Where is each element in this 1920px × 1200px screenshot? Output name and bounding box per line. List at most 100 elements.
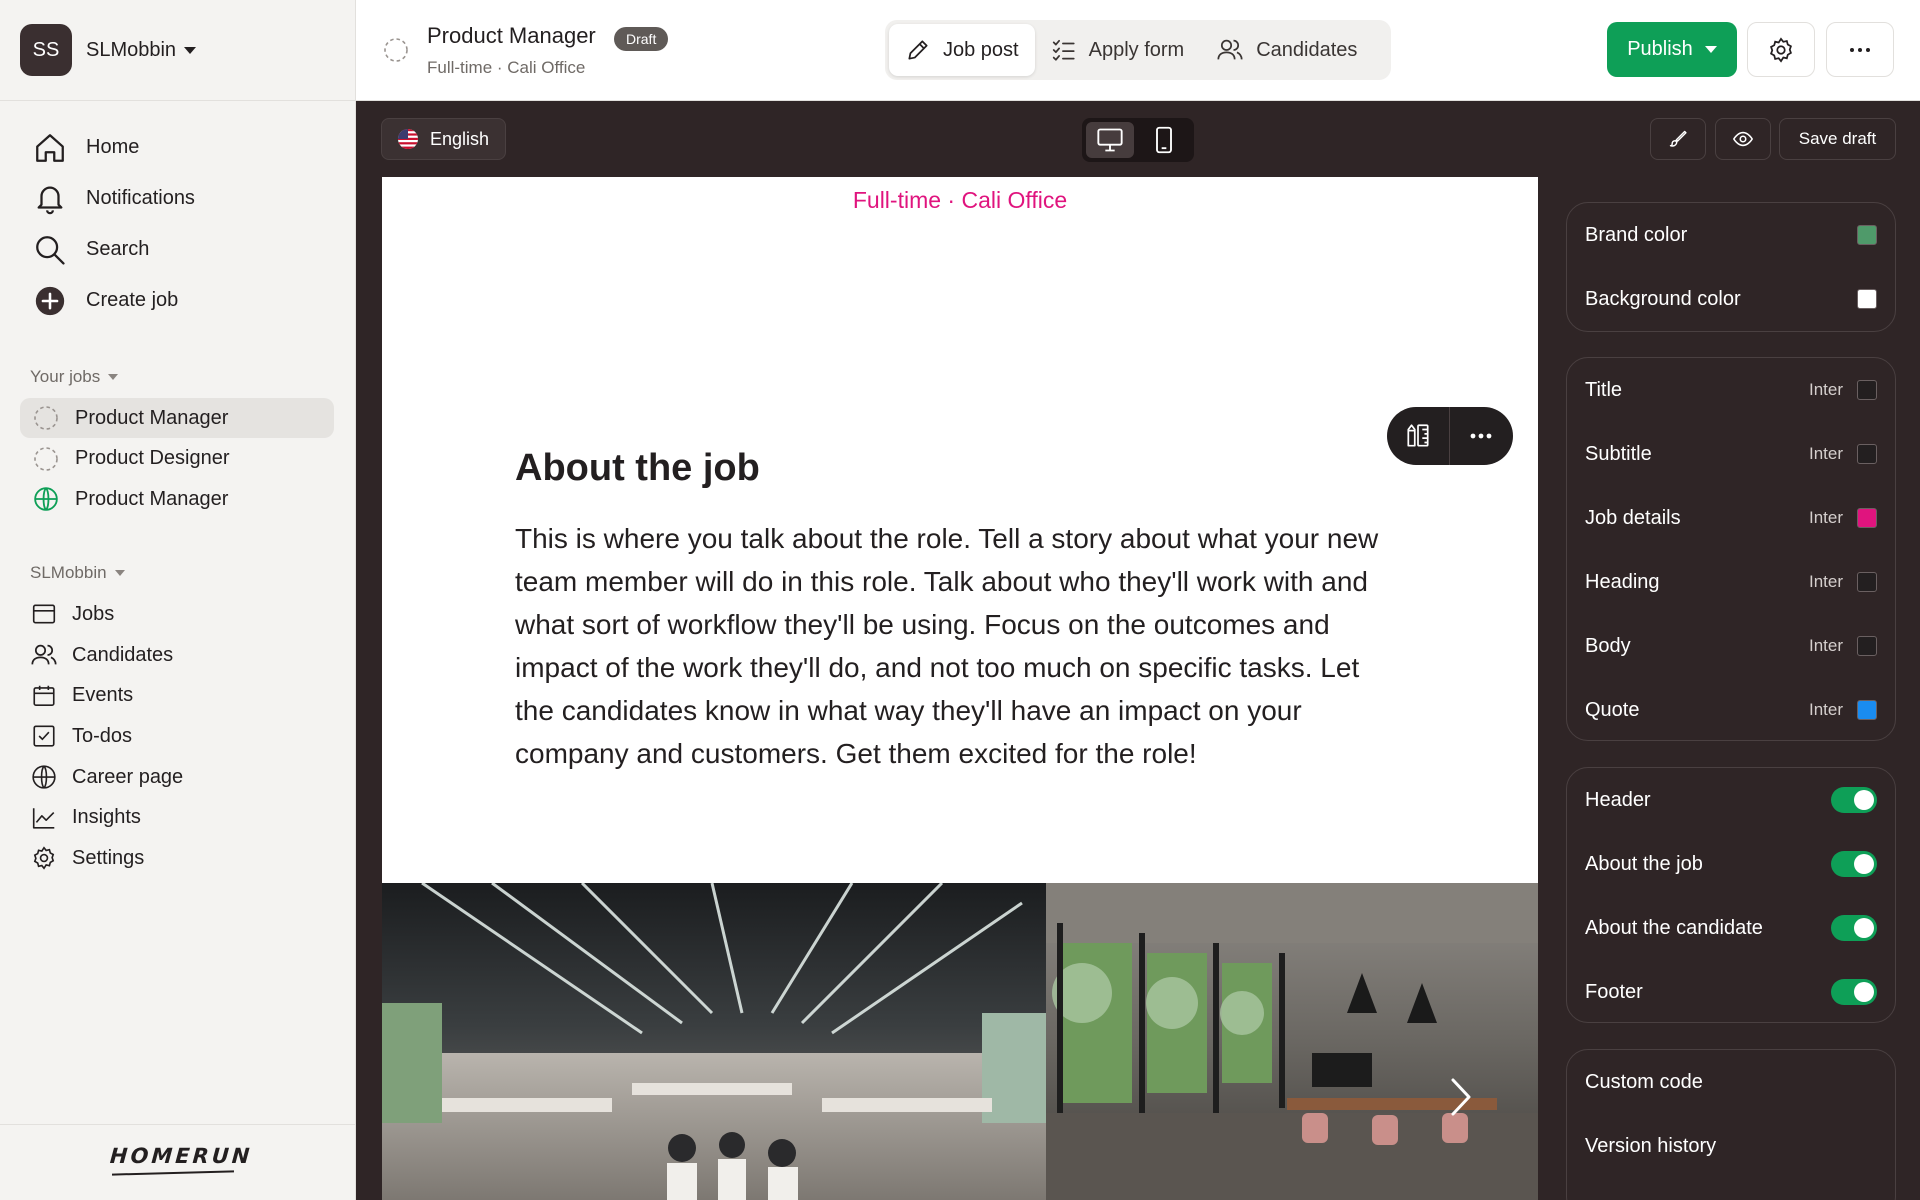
gear-icon (30, 844, 58, 872)
job-item[interactable]: Product Manager (20, 479, 334, 519)
tab-candidates[interactable]: Candidates (1200, 24, 1373, 76)
draft-status-icon (384, 38, 408, 62)
sections-card: Header About the job About the candidate… (1566, 767, 1896, 1023)
eye-icon (1732, 128, 1754, 150)
home-icon (32, 130, 68, 166)
nav-jobs[interactable]: Jobs (30, 594, 183, 635)
language-selector[interactable]: English (381, 118, 507, 160)
typography-row-quote[interactable]: Quote Inter (1585, 690, 1877, 730)
nav-label: Search (86, 238, 150, 260)
section-body-text[interactable]: This is where you talk about the role. T… (515, 517, 1395, 775)
more-options-button[interactable] (1826, 22, 1894, 77)
mobile-view-button[interactable] (1140, 122, 1188, 158)
workspace-name: SLMobbin (86, 38, 177, 61)
chevron-right-icon (1449, 1076, 1473, 1118)
nav-career-page[interactable]: Career page (30, 757, 183, 798)
version-history-link[interactable]: Version history (1585, 1135, 1716, 1158)
ellipsis-icon (1470, 433, 1492, 439)
tab-apply-form[interactable]: Apply form (1035, 24, 1201, 76)
color-swatch[interactable] (1857, 572, 1877, 592)
users-icon (30, 641, 58, 669)
nav-todos[interactable]: To-dos (30, 716, 183, 757)
color-swatch[interactable] (1857, 700, 1877, 720)
font-name: Inter (1808, 636, 1843, 655)
color-swatch[interactable] (1857, 508, 1877, 528)
theme-brush-button[interactable] (1650, 118, 1706, 160)
font-name: Inter (1808, 380, 1843, 399)
section-heading[interactable]: About the job (515, 447, 760, 490)
nav-label: Create job (86, 289, 179, 311)
section-heading: Your jobs (30, 367, 101, 386)
globe-published-icon (32, 485, 60, 513)
job-item[interactable]: Product Designer (20, 439, 334, 479)
brand-color-swatch[interactable] (1857, 225, 1877, 245)
typography-row-title[interactable]: Title Inter (1585, 370, 1877, 410)
footer-toggle[interactable] (1831, 979, 1877, 1005)
block-more-button[interactable] (1450, 407, 1512, 465)
settings-button[interactable] (1747, 22, 1815, 77)
nav-insights[interactable]: Insights (30, 797, 183, 838)
chevron-down-icon (1704, 46, 1717, 53)
job-details-text[interactable]: Full-time · Cali Office (382, 187, 1538, 214)
about-job-toggle[interactable] (1831, 851, 1877, 877)
header-toggle[interactable] (1831, 787, 1877, 813)
setting-label: Brand color (1585, 223, 1688, 246)
setting-label: Background color (1585, 287, 1741, 310)
your-jobs-heading[interactable]: Your jobs (30, 367, 119, 387)
tab-label: Candidates (1256, 38, 1358, 61)
checkbox-icon (30, 722, 58, 750)
version-history-row[interactable]: Version history (1585, 1126, 1877, 1166)
job-item[interactable]: Product Manager (20, 398, 334, 438)
color-swatch[interactable] (1857, 636, 1877, 656)
nav-label: Notifications (86, 187, 195, 209)
nav-settings[interactable]: Settings (30, 838, 183, 879)
office-photos (382, 883, 1538, 1200)
publish-button[interactable]: Publish (1607, 22, 1737, 77)
job-tabs: Job post Apply form Candidates (885, 20, 1391, 80)
background-color-swatch[interactable] (1857, 289, 1877, 309)
tab-label: Apply form (1088, 38, 1185, 61)
tab-label: Job post (943, 38, 1019, 61)
typography-row-heading[interactable]: Heading Inter (1585, 562, 1877, 602)
nav-label: Home (86, 136, 140, 158)
preview-button[interactable] (1715, 118, 1771, 160)
nav-label: Settings (72, 846, 145, 869)
desktop-view-button[interactable] (1086, 122, 1134, 158)
typography-row-body[interactable]: Body Inter (1585, 626, 1877, 666)
background-color-row[interactable]: Background color (1585, 279, 1877, 319)
font-name: Inter (1808, 508, 1843, 527)
nav-events[interactable]: Events (30, 675, 183, 716)
tab-job-post[interactable]: Job post (889, 24, 1035, 76)
section-heading: SLMobbin (30, 563, 107, 582)
nav-create-job[interactable]: Create job (32, 275, 195, 326)
nav-candidates[interactable]: Candidates (30, 635, 183, 676)
nav-notifications[interactable]: Notifications (32, 173, 195, 224)
jobs-icon (30, 600, 58, 628)
nav-search[interactable]: Search (32, 224, 195, 275)
gallery-next-button[interactable] (1439, 1075, 1483, 1119)
typography-row-job-details[interactable]: Job details Inter (1585, 498, 1877, 538)
gear-icon (1767, 36, 1795, 64)
save-draft-button[interactable]: Save draft (1779, 118, 1896, 160)
org-heading[interactable]: SLMobbin (30, 563, 125, 583)
nav-home[interactable]: Home (32, 122, 195, 173)
workspace-switcher[interactable]: SS SLMobbin (20, 24, 197, 76)
typography-row-subtitle[interactable]: Subtitle Inter (1585, 434, 1877, 474)
org-nav: Jobs Candidates Events To-dos Career pag… (30, 594, 183, 879)
bell-icon (32, 181, 68, 217)
draft-status-icon (32, 445, 60, 473)
setting-label: Job details (1585, 506, 1681, 529)
setting-label: Title (1585, 378, 1623, 401)
custom-code-link[interactable]: Custom code (1585, 1071, 1703, 1094)
about-candidate-toggle[interactable] (1831, 915, 1877, 941)
ellipsis-icon (1847, 46, 1873, 54)
brand-color-row[interactable]: Brand color (1585, 215, 1877, 255)
job-label: Product Designer (75, 447, 230, 470)
desktop-icon (1096, 127, 1124, 153)
color-settings-card: Brand color Background color (1566, 202, 1896, 332)
color-swatch[interactable] (1857, 380, 1877, 400)
color-swatch[interactable] (1857, 444, 1877, 464)
block-style-button[interactable] (1387, 407, 1449, 465)
custom-code-row[interactable]: Custom code (1585, 1062, 1877, 1102)
advanced-card: Custom code Version history (1566, 1049, 1896, 1200)
